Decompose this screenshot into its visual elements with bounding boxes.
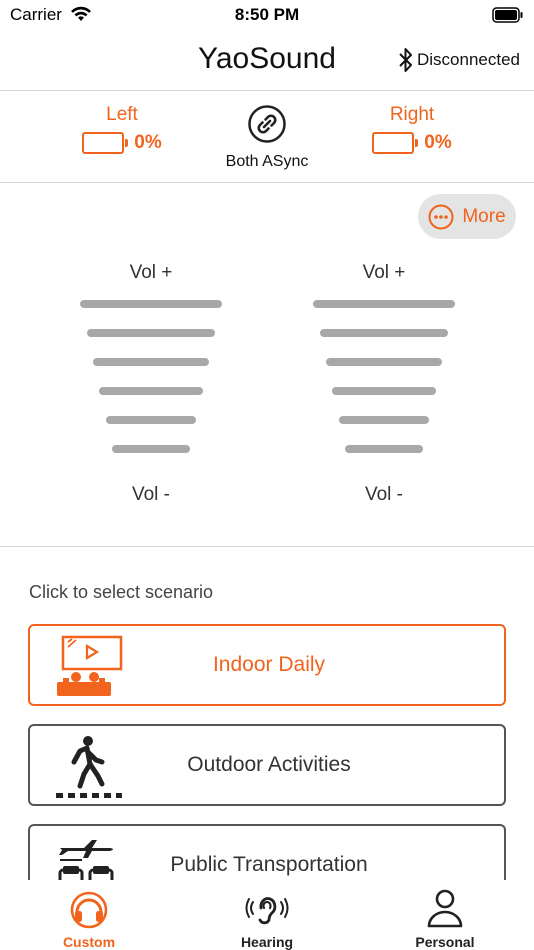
volume-divider [0, 546, 534, 547]
header-divider [0, 90, 534, 91]
tab-personal[interactable]: Personal [385, 886, 505, 950]
bluetooth-status-label: Disconnected [416, 50, 520, 69]
headphones-icon [70, 891, 108, 929]
left-battery-icon [82, 132, 129, 154]
left-battery-percent: 0% [134, 132, 162, 153]
tab-label: Personal [415, 934, 475, 950]
clock: 8:50 PM [234, 5, 300, 24]
scenario-outdoor-activities[interactable]: Outdoor Activities [28, 724, 506, 806]
volume-bar[interactable] [313, 300, 455, 308]
scenario-label: Public Transportation [170, 853, 368, 876]
volume-bar[interactable] [326, 358, 442, 366]
bluetooth-icon [399, 48, 412, 72]
volume-bar[interactable] [106, 416, 196, 424]
scenario-public-transportation[interactable]: Public Transportation [28, 824, 506, 888]
more-button[interactable]: More [418, 194, 516, 239]
volume-bar[interactable] [112, 445, 190, 453]
app-header: YaoSound Disconnected [0, 32, 534, 90]
more-icon [428, 204, 454, 229]
volume-bar[interactable] [320, 329, 448, 337]
left-volume-down-button[interactable]: Vol - [76, 484, 226, 506]
volume-bar[interactable] [339, 416, 429, 424]
right-earbud-label: Right [389, 104, 435, 125]
tab-custom[interactable]: Custom [29, 886, 149, 950]
sync-label: Both ASync [225, 153, 309, 170]
sync-toggle[interactable]: Both ASync [207, 104, 327, 171]
ear-icon [245, 897, 289, 925]
right-earbud: Right 0% [362, 104, 462, 154]
right-battery-percent: 0% [424, 132, 452, 153]
more-button-label: More [462, 205, 506, 227]
tab-bar: Custom Hearing Personal [0, 880, 534, 950]
tab-label: Custom [62, 934, 116, 950]
left-earbud: Left 0% [72, 104, 172, 154]
volume-bar[interactable] [93, 358, 209, 366]
volume-bar[interactable] [87, 329, 215, 337]
bluetooth-status[interactable]: Disconnected [398, 46, 520, 74]
left-volume-bars[interactable] [76, 300, 226, 453]
right-volume-control: Vol + Vol - [309, 262, 459, 505]
link-icon [248, 105, 286, 143]
scenario-label: Indoor Daily [212, 653, 326, 676]
volume-bar[interactable] [345, 445, 423, 453]
volume-bar[interactable] [332, 387, 436, 395]
battery-divider [0, 182, 534, 183]
scenario-label: Outdoor Activities [187, 753, 351, 776]
left-volume-up-button[interactable]: Vol + [76, 262, 226, 284]
left-earbud-label: Left [106, 104, 138, 125]
status-bar: Carrier 8:50 PM [0, 0, 534, 32]
volume-bar[interactable] [99, 387, 203, 395]
left-volume-control: Vol + Vol - [76, 262, 226, 505]
right-volume-down-button[interactable]: Vol - [309, 484, 459, 506]
scenario-prompt: Click to select scenario [29, 582, 214, 602]
tab-hearing[interactable]: Hearing [207, 886, 327, 950]
right-volume-bars[interactable] [309, 300, 459, 453]
right-battery-icon [372, 132, 419, 154]
person-icon [427, 889, 463, 928]
volume-bar[interactable] [80, 300, 222, 308]
scenario-indoor-daily[interactable]: Indoor Daily [28, 624, 506, 706]
battery-icon [492, 7, 524, 28]
right-volume-up-button[interactable]: Vol + [309, 262, 459, 284]
tab-label: Hearing [240, 934, 294, 950]
